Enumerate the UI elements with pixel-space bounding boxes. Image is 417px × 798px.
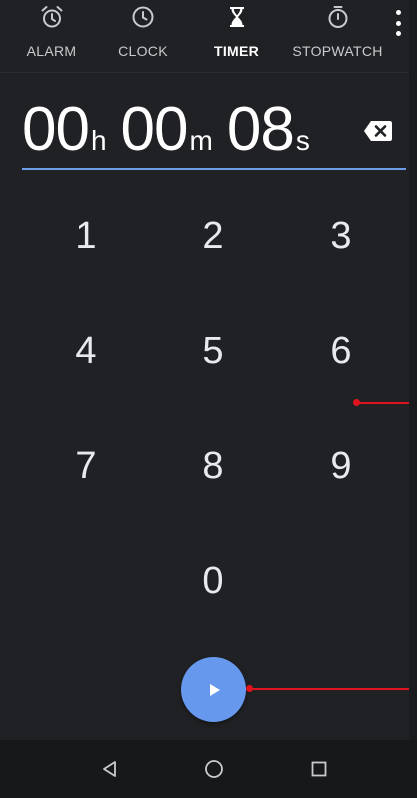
- more-vert-icon: [395, 10, 401, 15]
- clock-icon: [130, 4, 156, 30]
- home-circle-icon: [205, 760, 223, 778]
- system-nav-bar: [0, 740, 417, 798]
- keypad-key-0[interactable]: 0: [168, 541, 258, 621]
- seconds-unit: s: [295, 125, 310, 156]
- keypad-key-5[interactable]: 5: [168, 311, 258, 391]
- timer-display: 00 h 00 m 08 s: [22, 95, 310, 164]
- keypad-key-4[interactable]: 4: [41, 311, 131, 391]
- hours-value: 00: [22, 95, 90, 164]
- overflow-menu-button[interactable]: [391, 10, 405, 36]
- tab-stopwatch[interactable]: STOPWATCH: [290, 0, 385, 72]
- timer-underline: [22, 168, 406, 170]
- tab-timer-label: TIMER: [213, 43, 260, 59]
- tab-clock-label: CLOCK: [118, 43, 168, 59]
- annotation-dot: [353, 399, 360, 406]
- annotation-line: [250, 688, 409, 690]
- hours-unit: h: [90, 125, 107, 156]
- recents-square-icon: [311, 761, 327, 777]
- keypad-key-2[interactable]: 2: [168, 196, 258, 276]
- annotation-line: [357, 402, 409, 404]
- edge-strip: [409, 0, 417, 740]
- tab-alarm-label: ALARM: [26, 43, 77, 59]
- stopwatch-icon: [325, 4, 351, 30]
- tab-bar: ALARM CLOCK TIMER STOPWATCH: [0, 0, 417, 72]
- keypad-key-8[interactable]: 8: [168, 426, 258, 506]
- keypad-key-6[interactable]: 6: [296, 311, 386, 391]
- keypad-key-7[interactable]: 7: [41, 426, 131, 506]
- back-triangle-icon: [103, 761, 116, 777]
- keypad-key-1[interactable]: 1: [41, 196, 131, 276]
- hourglass-icon: [224, 4, 250, 30]
- play-icon: [209, 683, 220, 696]
- nav-back-button[interactable]: [98, 757, 122, 781]
- nav-home-button[interactable]: [202, 757, 226, 781]
- start-timer-button[interactable]: [181, 657, 246, 722]
- clock-app: ALARM CLOCK TIMER STOPWATCH 00 h 00 m 08…: [0, 0, 417, 798]
- minutes-unit: m: [189, 125, 213, 156]
- backspace-icon: [364, 121, 392, 141]
- seconds-value: 08: [226, 95, 295, 164]
- alarm-clock-icon: [39, 4, 65, 30]
- nav-recents-button[interactable]: [307, 757, 331, 781]
- annotation-dot: [246, 685, 253, 692]
- keypad-key-3[interactable]: 3: [296, 196, 386, 276]
- tab-alarm[interactable]: ALARM: [0, 0, 103, 72]
- tab-stopwatch-label: STOPWATCH: [292, 43, 383, 59]
- tabs-divider: [0, 72, 409, 73]
- keypad-key-9[interactable]: 9: [296, 426, 386, 506]
- tab-clock[interactable]: CLOCK: [103, 0, 183, 72]
- backspace-button[interactable]: [363, 120, 393, 142]
- minutes-value: 00: [120, 95, 189, 164]
- tab-timer[interactable]: TIMER: [183, 0, 290, 72]
